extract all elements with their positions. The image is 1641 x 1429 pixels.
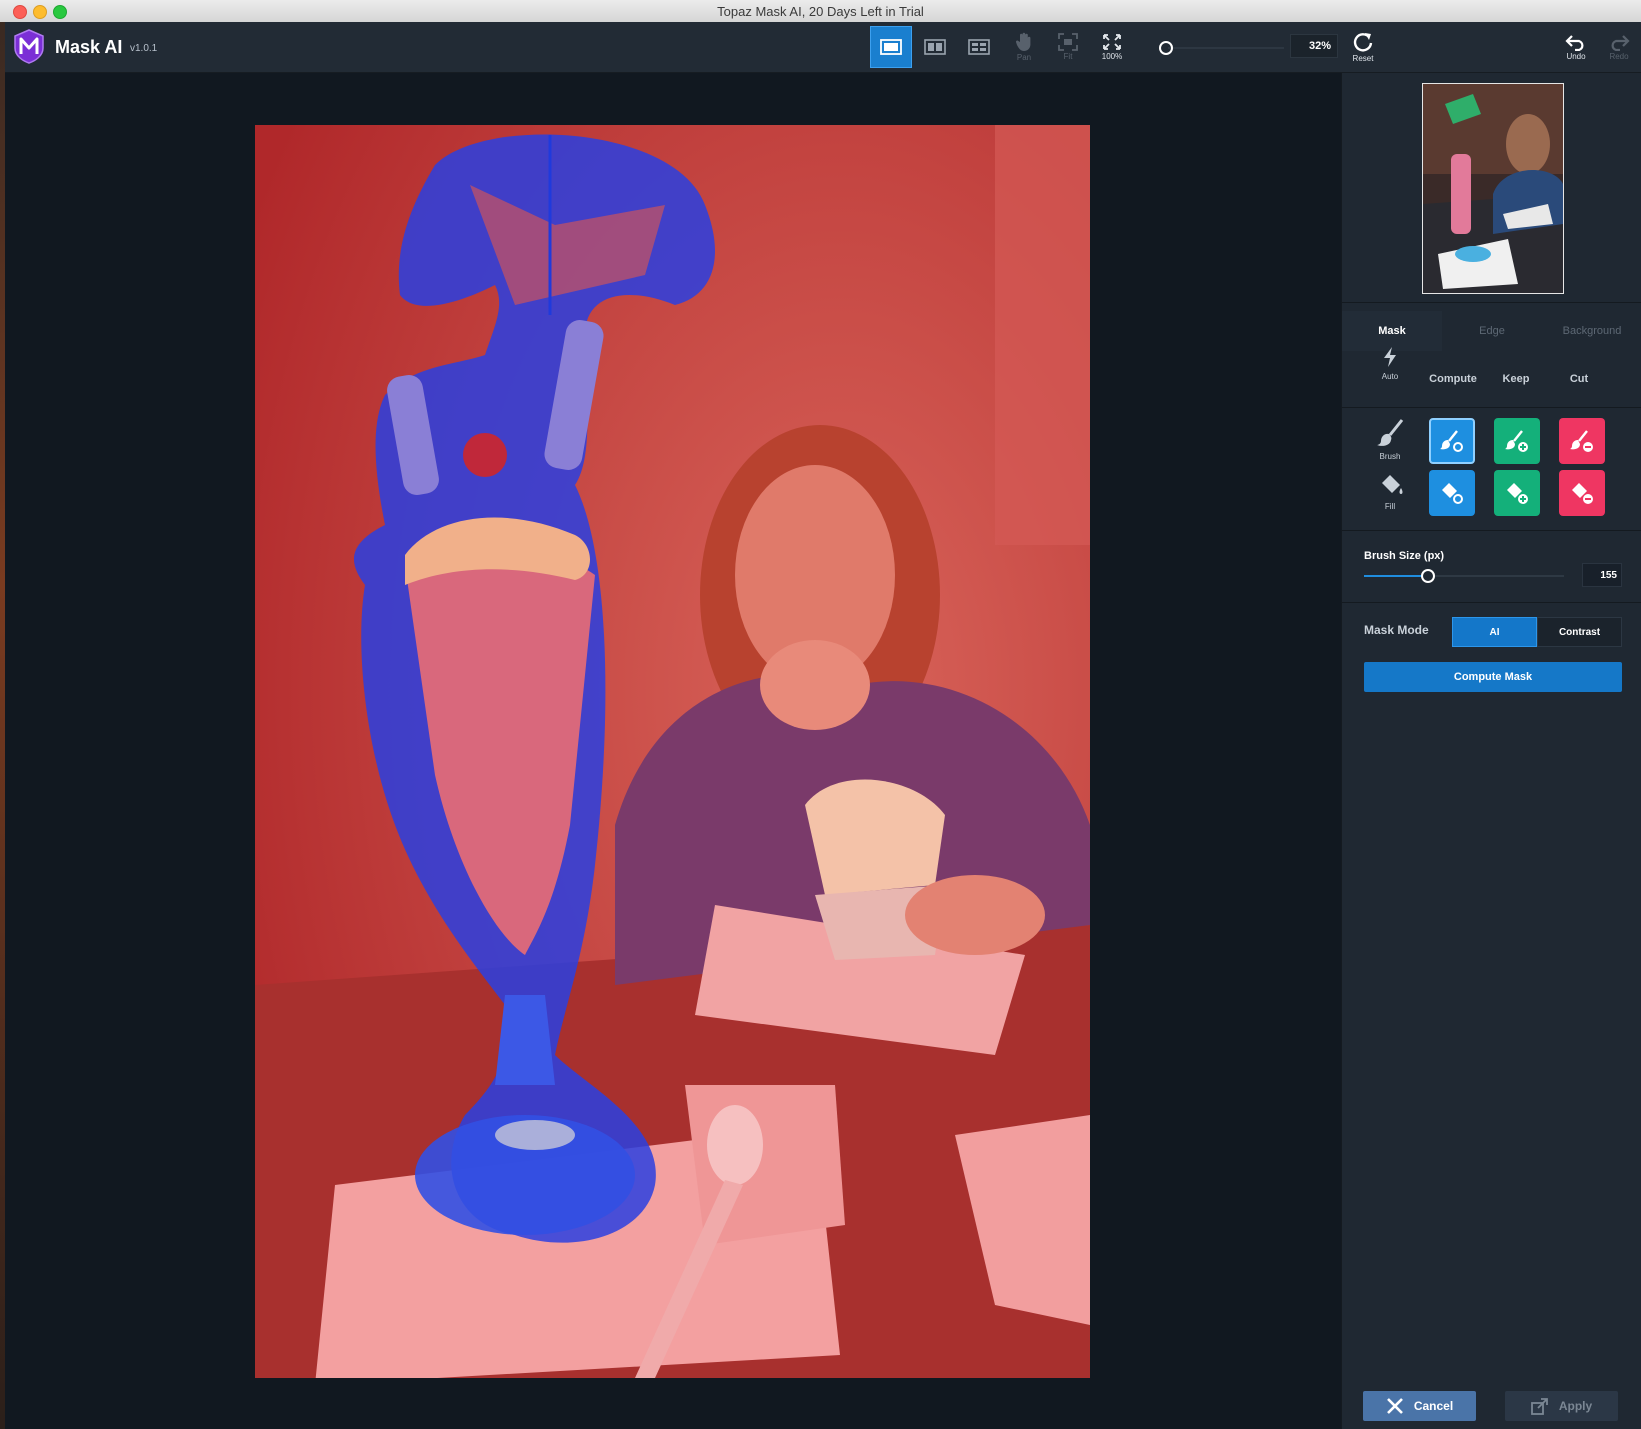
side-by-side-icon: [924, 39, 946, 55]
navigator-thumbnail[interactable]: [1422, 83, 1564, 294]
fit-icon: [1058, 33, 1078, 51]
cancel-label: Cancel: [1413, 1399, 1454, 1413]
zoom-level-field[interactable]: 32%: [1290, 34, 1338, 58]
image-canvas[interactable]: [5, 73, 1341, 1429]
right-panel: Mask Edge Background Auto Compute Keep C…: [1341, 73, 1641, 1429]
zoom-100-button[interactable]: 100%: [1091, 26, 1133, 68]
pan-button[interactable]: Pan: [1003, 26, 1045, 68]
undo-icon: [1565, 35, 1584, 51]
mask-mode-ai-button[interactable]: AI: [1452, 617, 1537, 647]
keep-brush-button[interactable]: [1494, 418, 1540, 464]
zoom-100-label: 100%: [1101, 52, 1123, 61]
fit-label: Fit: [1063, 52, 1073, 61]
split-view-icon: [968, 39, 990, 55]
window-titlebar: Topaz Mask AI, 20 Days Left in Trial: [0, 0, 1641, 23]
keep-fill-button[interactable]: [1494, 470, 1540, 516]
window-title: Topaz Mask AI, 20 Days Left in Trial: [717, 4, 924, 19]
redo-icon: [1611, 35, 1630, 51]
divider: [1342, 602, 1641, 603]
divider: [1342, 302, 1641, 303]
brush-size-field[interactable]: 155: [1582, 563, 1622, 587]
reset-label: Reset: [1352, 54, 1374, 63]
mask-mode-label: Mask Mode: [1364, 623, 1429, 637]
brush-label: Brush: [1379, 452, 1401, 461]
top-toolbar: Mask AI v1.0.1 Pan Fit 100% 32% Reset Un…: [5, 22, 1641, 73]
zoom-slider-track[interactable]: [1168, 47, 1284, 49]
compute-mask-button[interactable]: Compute Mask: [1364, 662, 1622, 692]
brush-size-label: Brush Size (px): [1364, 550, 1445, 562]
undo-button[interactable]: Undo: [1555, 26, 1597, 68]
reset-icon: [1353, 33, 1373, 52]
app-name: Mask AI: [55, 37, 123, 57]
tab-edge[interactable]: Edge: [1442, 311, 1542, 351]
fill-label: Fill: [1384, 502, 1396, 511]
cut-column-label: Cut: [1569, 373, 1589, 385]
divider: [1342, 530, 1641, 531]
fill-cut-icon: [1572, 483, 1593, 504]
compute-brush-button[interactable]: [1429, 418, 1475, 464]
redo-button[interactable]: Redo: [1598, 26, 1640, 68]
brush-icon: [1377, 419, 1404, 446]
side-by-side-view-button[interactable]: [914, 26, 956, 68]
apply-label: Apply: [1558, 1399, 1593, 1413]
brush-compute-icon: [1440, 430, 1463, 452]
cancel-button[interactable]: Cancel: [1363, 1391, 1476, 1421]
mask-mode-contrast-button[interactable]: Contrast: [1537, 617, 1622, 647]
thumbnail-image: [1423, 84, 1563, 293]
brush-cut-icon: [1570, 430, 1593, 452]
redo-label: Redo: [1609, 52, 1629, 61]
fill-bucket-icon: [1382, 475, 1403, 494]
pan-label: Pan: [1016, 53, 1032, 62]
split-view-button[interactable]: [958, 26, 1000, 68]
reset-button[interactable]: Reset: [1342, 26, 1384, 68]
lightning-icon: [1384, 347, 1396, 367]
cut-fill-button[interactable]: [1559, 470, 1605, 516]
tab-mask[interactable]: Mask: [1342, 311, 1442, 351]
brush-size-slider-fill: [1364, 575, 1428, 577]
mask-overlay-image: [255, 125, 1090, 1378]
masked-photo[interactable]: [255, 125, 1090, 1378]
apply-button[interactable]: Apply: [1505, 1391, 1618, 1421]
tab-background[interactable]: Background: [1542, 311, 1641, 351]
zoom-slider-knob[interactable]: [1159, 41, 1173, 55]
mask-ai-logo-icon: [14, 29, 44, 64]
brush-size-slider-knob[interactable]: [1421, 569, 1435, 583]
close-icon: [1386, 1398, 1403, 1414]
divider: [1342, 407, 1641, 408]
fullscreen-icon: [1103, 34, 1121, 50]
compute-fill-button[interactable]: [1429, 470, 1475, 516]
single-view-icon: [880, 39, 902, 55]
brush-keep-icon: [1505, 430, 1528, 452]
single-view-button[interactable]: [870, 26, 912, 68]
fill-keep-icon: [1507, 483, 1528, 504]
fill-compute-icon: [1442, 483, 1463, 504]
hand-icon: [1015, 32, 1031, 51]
cut-brush-button[interactable]: [1559, 418, 1605, 464]
auto-label: Auto: [1381, 372, 1399, 381]
apply-icon: [1530, 1398, 1548, 1415]
undo-label: Undo: [1566, 52, 1586, 61]
app-version: v1.0.1: [130, 43, 158, 54]
compute-column-label: Compute: [1429, 373, 1477, 385]
keep-column-label: Keep: [1502, 373, 1530, 385]
fit-button[interactable]: Fit: [1047, 26, 1089, 68]
